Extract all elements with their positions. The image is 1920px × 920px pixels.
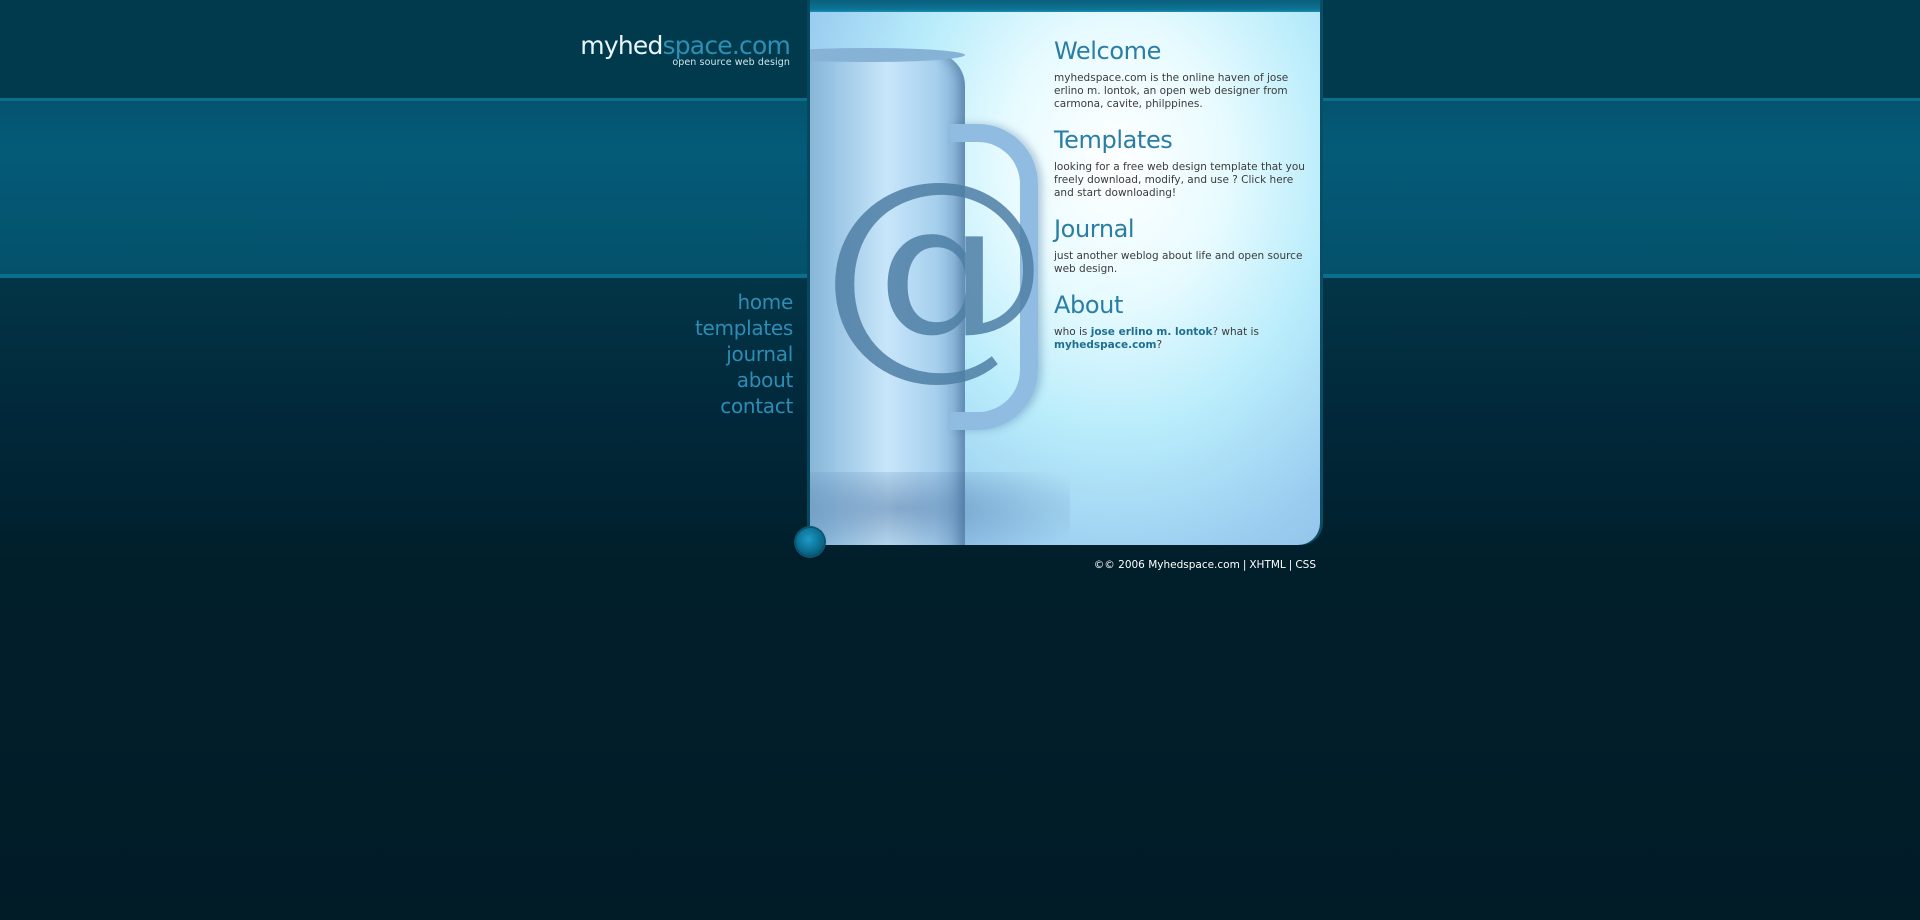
welcome-text: myhedspace.com is the online haven of jo… [1054, 72, 1289, 110]
css-link[interactable]: CSS [1295, 559, 1316, 571]
about-text-part: who is [1054, 326, 1091, 338]
nav-link-home[interactable]: home [593, 289, 794, 315]
about-text-part: ? what is [1212, 326, 1259, 338]
nav-link-about[interactable]: about [593, 367, 794, 393]
about-text-part: ? [1156, 339, 1163, 351]
templates-heading: Templates [1054, 126, 1173, 154]
nav-item: home [593, 289, 794, 315]
footer-separator: | [1242, 559, 1247, 571]
about-heading: About [1054, 291, 1123, 319]
main-nav: home templates journal about contact [593, 289, 793, 419]
footer-separator: | [1288, 559, 1293, 571]
nav-link-journal[interactable]: journal [593, 341, 793, 367]
logo-part-myhed: myhed [580, 31, 663, 60]
author-link[interactable]: jose erlino m. lontok [1091, 326, 1213, 338]
panel-top-bar [810, 0, 1320, 12]
mug-photo: @ [810, 12, 1070, 545]
logo-wordmark: myhedspace.com [530, 31, 791, 60]
copyright-text: ©© 2006 Myhedspace.com [1093, 559, 1240, 571]
about-text: who is jose erlino m. lontok? what is my… [1054, 326, 1310, 352]
site-link[interactable]: myhedspace.com [1054, 339, 1156, 351]
nav-item: templates [593, 315, 793, 341]
site-logo[interactable]: myhedspace.com open source web design [530, 31, 791, 69]
logo-part-com: .com [731, 31, 791, 60]
nav-item: about [593, 367, 794, 393]
journal-text: just another weblog about life and open … [1054, 250, 1303, 275]
orb-button[interactable] [796, 528, 824, 556]
templates-text: looking for a free web design template t… [1054, 161, 1305, 199]
xhtml-link[interactable]: XHTML [1249, 559, 1285, 571]
nav-link-contact[interactable]: contact [593, 393, 793, 419]
content-column: Welcome myhedspace.com is the online hav… [1054, 36, 1310, 366]
nav-link-templates[interactable]: templates [593, 315, 793, 341]
welcome-heading: Welcome [1054, 37, 1161, 65]
content-panel: @ Welcome myhedspace.com is the online h… [810, 0, 1320, 545]
nav-item: contact [593, 393, 793, 419]
at-symbol-graphic: @ [820, 133, 1050, 400]
journal-heading: Journal [1054, 215, 1135, 243]
nav-item: journal [593, 341, 793, 367]
logo-part-space: space [662, 31, 733, 60]
footer: ©© 2006 Myhedspace.com | XHTML | CSS [1080, 558, 1316, 572]
mug-shadow [810, 472, 1070, 545]
